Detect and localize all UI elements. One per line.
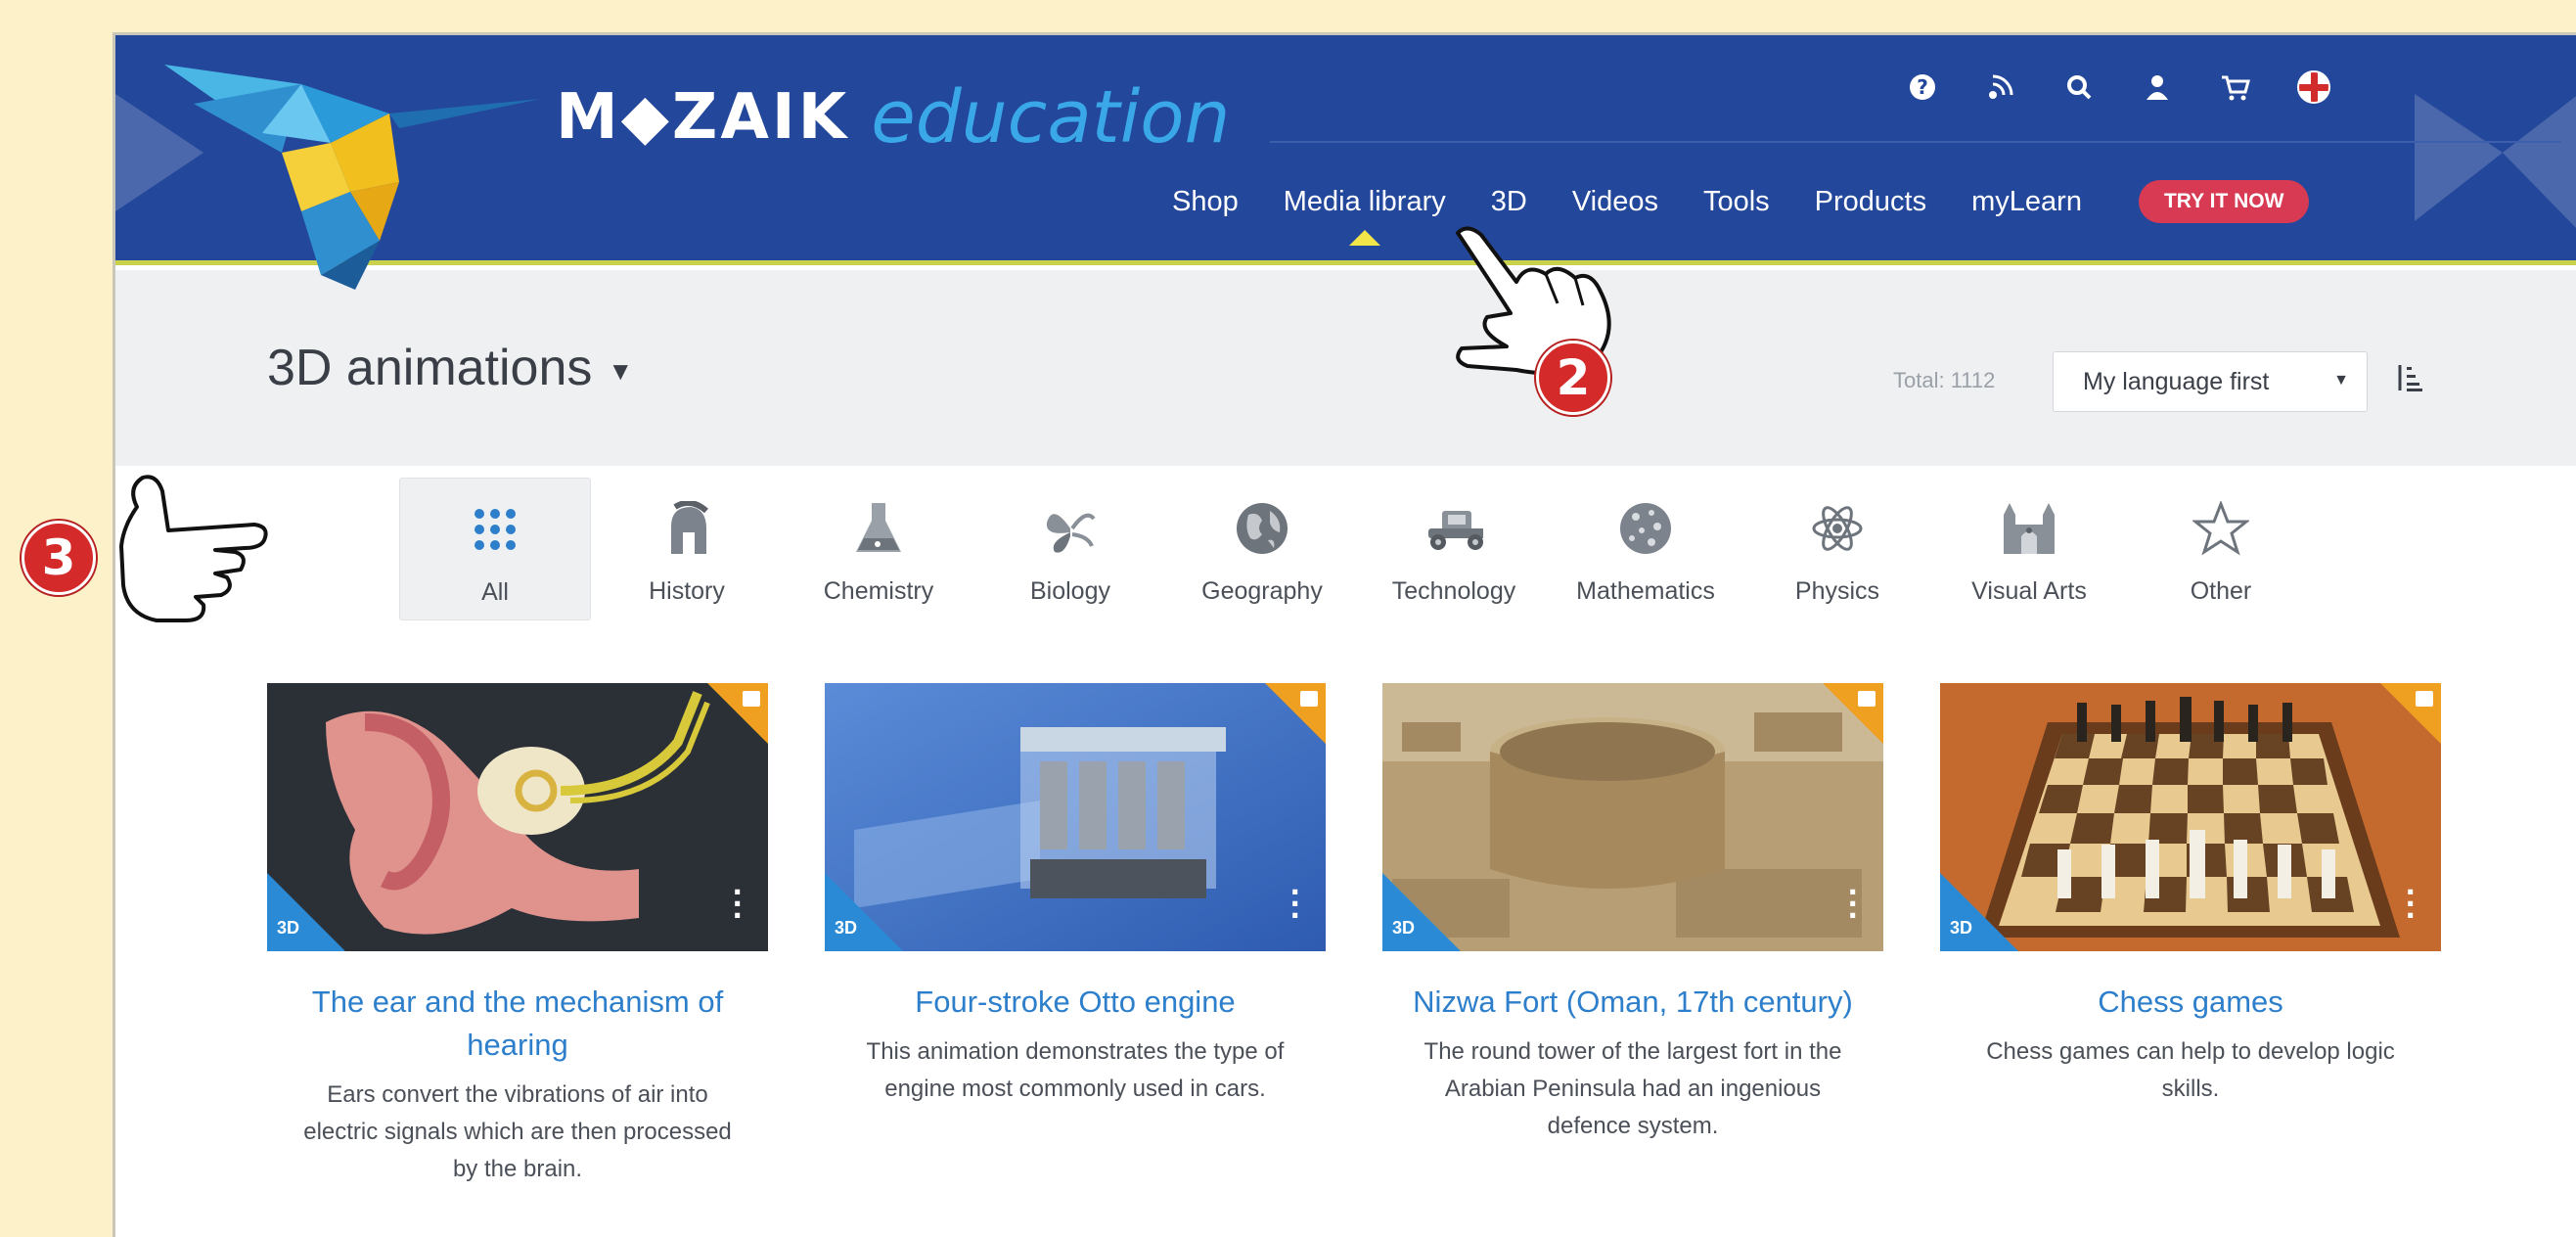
nav-3d[interactable]: 3D	[1491, 186, 1527, 218]
animation-type-corner	[2380, 683, 2441, 744]
more-options-icon[interactable]: · · ·	[2405, 879, 2416, 930]
step-2-badge: 2	[1536, 341, 1610, 415]
sort-select-value: My language first	[2083, 367, 2270, 395]
category-label: Visual Arts	[1971, 577, 2087, 605]
animation-card[interactable]: 3D · · · Four-stroke Otto engine This anim…	[825, 683, 1326, 1188]
math-ball-icon	[1616, 499, 1675, 558]
card-description: The round tower of the largest fort in t…	[1424, 1038, 1842, 1139]
category-geography[interactable]: Geography	[1166, 478, 1358, 620]
animation-type-corner	[1823, 683, 1883, 744]
pointing-hand-icon	[119, 475, 268, 622]
animation-type-corner	[1265, 683, 1326, 744]
card-title[interactable]: Nizwa Fort (Oman, 17th century)	[1382, 981, 1883, 1024]
category-physics[interactable]: Physics	[1741, 478, 1933, 620]
atom-icon	[1808, 499, 1867, 558]
card-thumbnail[interactable]: 3D · · ·	[825, 683, 1326, 951]
card-title[interactable]: The ear and the mechanism of hearing	[267, 981, 768, 1067]
category-label: Other	[2190, 577, 2252, 605]
page-title: 3D animations	[267, 340, 593, 396]
step-3-badge: 3	[22, 521, 96, 595]
category-label: Technology	[1391, 577, 1516, 605]
category-biology[interactable]: Biology	[974, 478, 1166, 620]
card-description: Chess games can help to develop logic sk…	[1986, 1038, 2395, 1102]
category-filter: All History Chemistry Biology Geography	[399, 478, 2317, 620]
category-chemistry[interactable]: Chemistry	[783, 478, 974, 620]
cart-icon[interactable]	[2219, 70, 2252, 104]
card-thumbnail[interactable]: 3D · · ·	[1940, 683, 2441, 951]
main-nav: Shop Media library 3D Videos Tools Produ…	[1172, 180, 2310, 246]
category-label: Physics	[1794, 577, 1880, 605]
chevron-down-icon: ▼	[2333, 372, 2349, 389]
more-options-icon[interactable]: · · ·	[1289, 879, 1300, 930]
3d-badge: 3D	[1940, 873, 2018, 951]
category-title-dropdown[interactable]: 3D animations ▼	[267, 339, 633, 397]
help-icon[interactable]: ?	[1906, 70, 1939, 104]
title-bar: 3D animations ▼ Total: 1112 My language f…	[115, 270, 2576, 466]
animation-card[interactable]: 3D · · · Nizwa Fort (Oman, 17th century) T…	[1382, 683, 1883, 1188]
card-thumbnail[interactable]: 3D · · ·	[267, 683, 768, 951]
category-label: History	[649, 577, 725, 605]
category-label: Biology	[1030, 577, 1110, 605]
category-label: All	[481, 578, 509, 606]
3d-badge: 3D	[825, 873, 903, 951]
flask-icon	[849, 499, 908, 558]
nav-products[interactable]: Products	[1815, 186, 1926, 218]
category-all[interactable]: All	[399, 478, 591, 620]
language-flag-icon[interactable]	[2297, 70, 2330, 104]
globe-icon	[1233, 499, 1291, 558]
card-description: Ears convert the vibrations of air into …	[303, 1081, 732, 1182]
nav-mylearn[interactable]: myLearn	[1971, 186, 2082, 218]
3d-badge: 3D	[1382, 873, 1461, 951]
animation-card[interactable]: 3D · · · Chess games Chess games can help …	[1940, 683, 2441, 1188]
svg-text:?: ?	[1917, 75, 1928, 99]
category-label: Chemistry	[823, 577, 934, 605]
animation-grid: 3D · · · The ear and the mechanism of hear…	[267, 683, 2441, 1188]
brand-name: M◆ZAIK	[556, 81, 850, 154]
category-history[interactable]: History	[591, 478, 783, 620]
sort-direction-icon[interactable]	[2395, 363, 2422, 402]
3d-badge: 3D	[267, 873, 345, 951]
caret-down-icon: ▼	[608, 355, 634, 386]
category-visual-arts[interactable]: Visual Arts	[1933, 478, 2125, 620]
more-options-icon[interactable]: · · ·	[1847, 879, 1858, 930]
search-icon[interactable]	[2062, 70, 2096, 104]
car-icon	[1424, 499, 1483, 558]
sort-select[interactable]: My language first ▼	[2053, 351, 2368, 412]
share-icon[interactable]	[1984, 70, 2017, 104]
more-options-icon[interactable]: · · ·	[732, 879, 743, 930]
category-other[interactable]: Other	[2125, 478, 2317, 620]
nav-videos[interactable]: Videos	[1572, 186, 1658, 218]
hummingbird-logo-icon[interactable]	[155, 45, 546, 295]
try-it-now-button[interactable]: TRY IT NOW	[2138, 180, 2310, 223]
nav-shop[interactable]: Shop	[1172, 186, 1239, 218]
card-title[interactable]: Chess games	[1940, 981, 2441, 1024]
category-label: Mathematics	[1576, 577, 1715, 605]
star-icon	[2192, 499, 2250, 558]
card-title[interactable]: Four-stroke Otto engine	[825, 981, 1326, 1024]
total-count: Total: 1112	[1893, 368, 1996, 392]
cathedral-icon	[2000, 499, 2058, 558]
user-icon[interactable]	[2141, 70, 2174, 104]
category-mathematics[interactable]: Mathematics	[1550, 478, 1741, 620]
animation-card[interactable]: 3D · · · The ear and the mechanism of hear…	[267, 683, 768, 1188]
header-divider	[1270, 141, 2561, 143]
category-label: Geography	[1201, 577, 1323, 605]
animation-type-corner	[707, 683, 768, 744]
nav-tools[interactable]: Tools	[1703, 186, 1770, 218]
category-technology[interactable]: Technology	[1358, 478, 1550, 620]
card-description: This animation demonstrates the type of …	[866, 1038, 1285, 1102]
browser-window: M◆ZAIK education ? Shop Media library 3D…	[113, 32, 2576, 1237]
brand-logo[interactable]: M◆ZAIK education	[556, 69, 1230, 166]
helmet-icon	[657, 499, 716, 558]
grid-icon	[466, 500, 524, 559]
butterfly-icon	[1041, 499, 1100, 558]
brand-tagline: education	[871, 75, 1231, 160]
card-thumbnail[interactable]: 3D · · ·	[1382, 683, 1883, 951]
utility-icons: ?	[1906, 70, 2330, 104]
nav-media-library[interactable]: Media library	[1284, 186, 1446, 246]
